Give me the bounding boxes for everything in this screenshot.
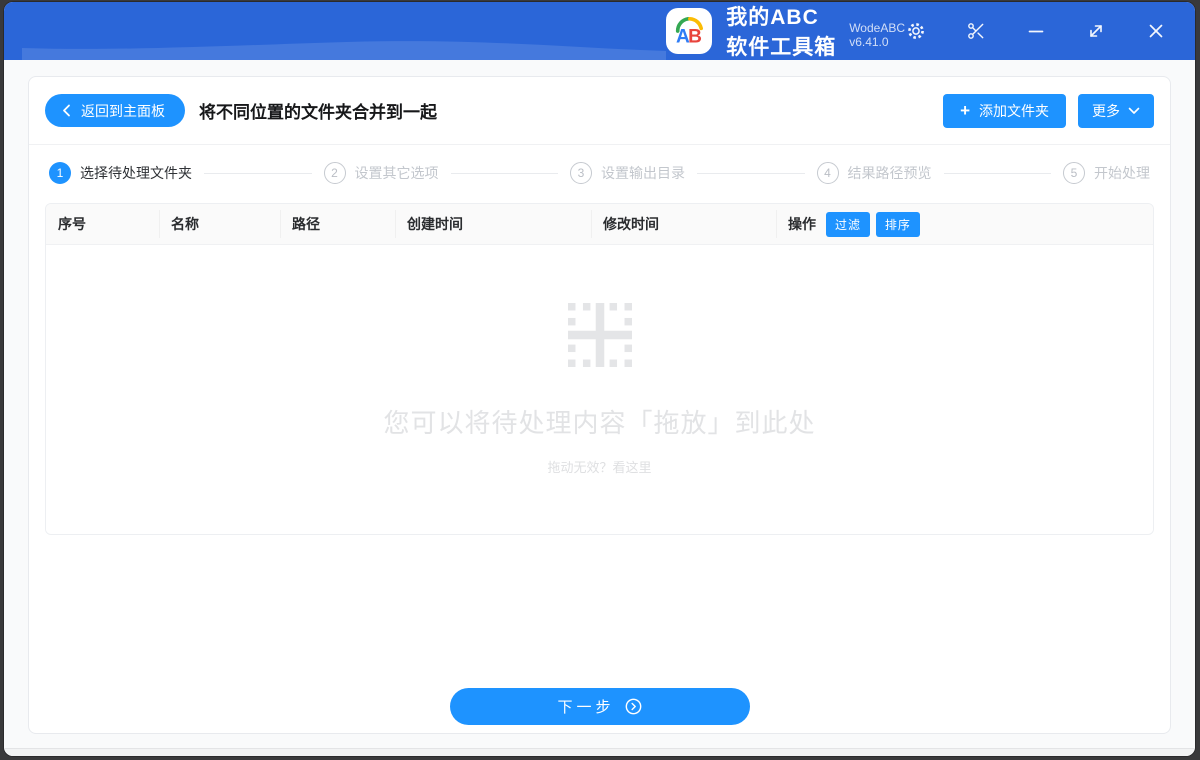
chevron-down-icon	[1128, 107, 1140, 114]
step-indicator: 1 选择待处理文件夹 2 设置其它选项 3 设置输出目录 4 结果路径预览 5 …	[29, 145, 1170, 201]
card-header: 返回到主面板 将不同位置的文件夹合并到一起 + 添加文件夹 更多	[29, 77, 1170, 145]
step-3-output-dir[interactable]: 3 设置输出目录	[570, 162, 685, 184]
step-connector	[943, 172, 1051, 174]
arrow-right-circle-icon	[625, 698, 642, 715]
step-3-number: 3	[570, 162, 592, 184]
table-header-row: 序号 名称 路径 创建时间 修改时间 操作 过滤 排序	[46, 204, 1153, 245]
actions-column-label: 操作	[788, 216, 816, 232]
chevron-left-icon	[63, 104, 70, 117]
filter-button[interactable]: 过滤	[826, 211, 871, 237]
step-2-number: 2	[323, 162, 346, 184]
folder-table: 序号 名称 路径 创建时间 修改时间 操作 过滤 排序 您可以将待处理内容「拖放…	[45, 203, 1154, 535]
step-connector	[204, 172, 312, 174]
minimize-icon[interactable]	[1025, 20, 1047, 42]
dropzone-hint-link[interactable]: 拖动无效？看这里	[547, 457, 651, 476]
app-version: WodeABC v6.41.0	[849, 21, 905, 49]
add-folder-label: 添加文件夹	[979, 102, 1049, 119]
more-button-label: 更多	[1092, 102, 1120, 119]
column-header-name: 名称	[159, 204, 280, 244]
add-folder-button[interactable]: + 添加文件夹	[943, 93, 1066, 128]
abc-logo-icon: AB	[676, 17, 704, 47]
column-header-created: 创建时间	[395, 204, 591, 244]
next-step-button[interactable]: 下一步	[449, 688, 750, 725]
step-2-label: 设置其它选项	[354, 165, 439, 181]
drag-drop-zone[interactable]: 您可以将待处理内容「拖放」到此处 拖动无效？看这里	[46, 245, 1153, 534]
page-title: 将不同位置的文件夹合并到一起	[199, 103, 437, 122]
column-header-path: 路径	[280, 204, 395, 244]
step-4-label: 结果路径预览	[847, 165, 932, 181]
app-title: 我的ABC软件工具箱	[726, 6, 837, 59]
step-connector	[697, 172, 805, 174]
sort-button[interactable]: 排序	[875, 211, 920, 237]
titlebar: AB 我的ABC软件工具箱 WodeABC v6.41.0	[4, 2, 1195, 60]
drop-plus-icon	[567, 303, 632, 367]
back-button-label: 返回到主面板	[81, 102, 165, 119]
step-connector	[450, 172, 558, 174]
step-5-start-processing[interactable]: 5 开始处理	[1063, 162, 1150, 184]
app-window: AB 我的ABC软件工具箱 WodeABC v6.41.0 返回到主面板 将不同…	[4, 2, 1195, 756]
scissors-icon[interactable]	[965, 20, 987, 42]
step-5-label: 开始处理	[1094, 165, 1150, 181]
dropzone-main-text: 您可以将待处理内容「拖放」到此处	[383, 408, 816, 438]
settings-gear-icon[interactable]	[905, 20, 927, 42]
content-card: 返回到主面板 将不同位置的文件夹合并到一起 + 添加文件夹 更多 1 选择待处理…	[28, 76, 1171, 734]
step-2-other-options[interactable]: 2 设置其它选项	[323, 162, 439, 184]
titlebar-wave-decoration	[22, 41, 667, 60]
more-button[interactable]: 更多	[1078, 93, 1154, 128]
column-header-index: 序号	[58, 216, 86, 232]
column-header-modified: 修改时间	[591, 204, 776, 244]
step-4-result-preview[interactable]: 4 结果路径预览	[816, 162, 932, 184]
app-logo: AB	[666, 8, 713, 54]
maximize-resize-icon[interactable]	[1085, 20, 1107, 42]
svg-text:AB: AB	[676, 26, 702, 47]
step-3-label: 设置输出目录	[601, 165, 685, 181]
step-1-label: 选择待处理文件夹	[80, 165, 192, 181]
column-header-actions: 操作 过滤 排序	[776, 204, 1153, 244]
close-icon[interactable]	[1145, 20, 1167, 42]
next-button-label: 下一步	[557, 699, 615, 716]
titlebar-controls	[905, 20, 1167, 42]
plus-icon: +	[960, 101, 970, 120]
step-1-select-folders[interactable]: 1 选择待处理文件夹	[49, 162, 192, 184]
step-1-number: 1	[49, 162, 71, 184]
card-footer: 下一步	[29, 688, 1170, 733]
main-content: 返回到主面板 将不同位置的文件夹合并到一起 + 添加文件夹 更多 1 选择待处理…	[4, 60, 1195, 748]
back-to-dashboard-button[interactable]: 返回到主面板	[45, 94, 185, 127]
window-bottom-edge	[4, 748, 1195, 756]
step-4-number: 4	[816, 162, 839, 184]
step-5-number: 5	[1063, 162, 1085, 184]
